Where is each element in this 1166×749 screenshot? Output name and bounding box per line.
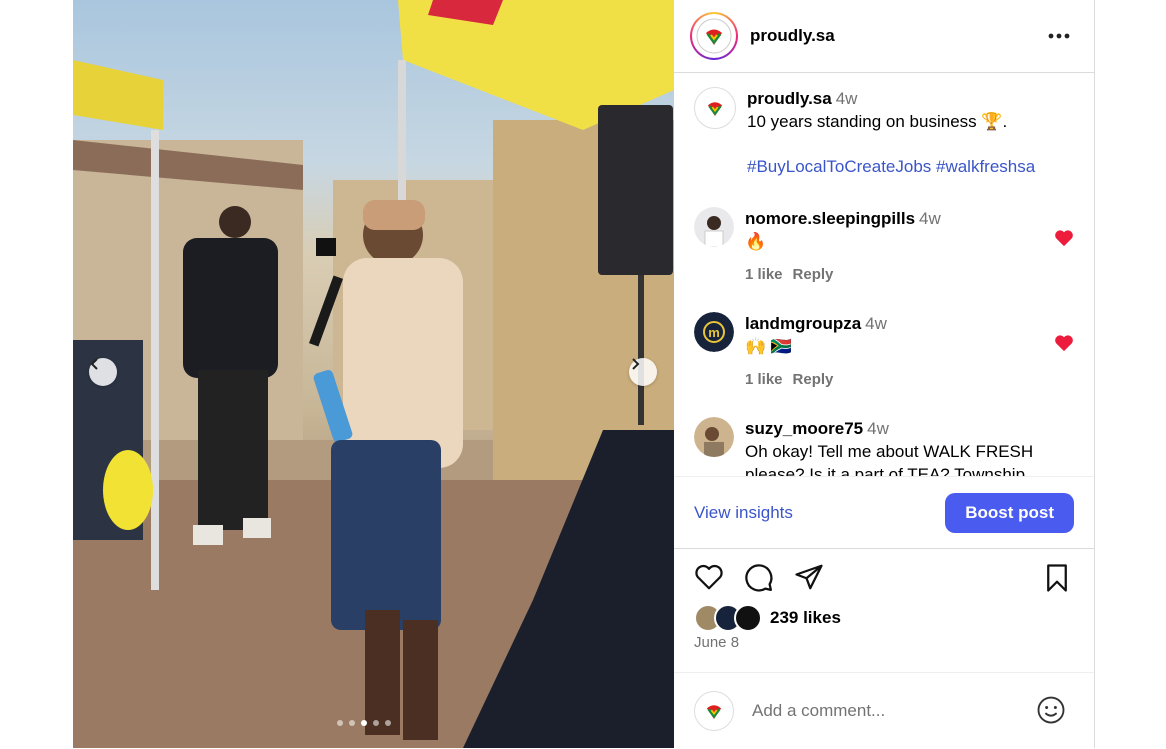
post-panel: proudly.sa proudly.sa 4w 10 years standin…: [674, 0, 1095, 748]
carousel-dot: [337, 720, 343, 726]
comment-username[interactable]: landmgroupza: [745, 314, 861, 333]
prev-icon: [90, 358, 98, 370]
share-button[interactable]: [794, 563, 824, 596]
like-icon: [695, 564, 723, 590]
comments-list[interactable]: proudly.sa 4w 10 years standing on busine…: [674, 73, 1094, 476]
caption-avatar[interactable]: [694, 87, 736, 129]
next-icon: [632, 358, 640, 370]
more-icon: [1048, 33, 1070, 39]
next-button[interactable]: [629, 358, 657, 386]
comment-item: suzy_moore75 4w Oh okay! Tell me about WA…: [694, 417, 1074, 476]
heart-filled-icon: [1055, 335, 1073, 352]
save-button[interactable]: [1044, 563, 1070, 598]
commenter-avatar[interactable]: [694, 207, 734, 247]
carousel-dots: [337, 720, 391, 726]
view-insights-link[interactable]: View insights: [694, 503, 793, 523]
liker-avatar: [734, 604, 762, 632]
comment-text: Oh okay! Tell me about WALK FRESH please…: [745, 442, 1034, 476]
save-icon: [1047, 564, 1067, 592]
post-photo[interactable]: [73, 0, 674, 748]
author-username[interactable]: proudly.sa: [750, 26, 835, 46]
caption-hashtags[interactable]: #BuyLocalToCreateJobs #walkfreshsa: [747, 155, 1074, 178]
comment-likes[interactable]: 1 like: [745, 371, 783, 388]
insights-bar: View insights Boost post: [674, 476, 1094, 549]
like-button[interactable]: [694, 563, 724, 596]
comment-text: 🙌 🇿🇦: [745, 337, 793, 356]
photo-scene: [73, 0, 674, 748]
comment-likes[interactable]: 1 like: [745, 266, 783, 283]
reply-button[interactable]: Reply: [793, 371, 834, 388]
likes-count[interactable]: 239 likes: [770, 608, 841, 628]
prev-button[interactable]: [89, 358, 117, 386]
comment-item: nomore.sleepingpills 4w 🔥 1 like Reply: [694, 207, 1074, 286]
svg-text:m: m: [708, 325, 720, 340]
more-options-button[interactable]: [1048, 26, 1070, 44]
heart-filled-icon: [1055, 230, 1073, 247]
comment-input[interactable]: [750, 700, 1014, 722]
comment-like-button[interactable]: [1054, 334, 1074, 357]
proudly-logo-icon: [707, 102, 723, 116]
emoji-button[interactable]: [1036, 695, 1066, 730]
share-icon: [795, 564, 823, 590]
user-avatar: [694, 691, 734, 731]
caption-username[interactable]: proudly.sa: [747, 89, 832, 108]
author-avatar[interactable]: [690, 12, 738, 60]
post-header: proudly.sa: [674, 0, 1094, 73]
comment-icon: [745, 564, 773, 592]
carousel-dot: [385, 720, 391, 726]
comment-time: 4w: [865, 314, 887, 333]
caption-text: 10 years standing on business 🏆.: [747, 112, 1008, 131]
action-icons: [694, 563, 1074, 597]
reply-button[interactable]: Reply: [793, 266, 834, 283]
carousel-dot-active: [361, 720, 367, 726]
proudly-logo-icon: [706, 705, 722, 719]
proudly-logo-icon: [696, 18, 732, 54]
comment-username[interactable]: suzy_moore75: [745, 419, 863, 438]
carousel-dot: [373, 720, 379, 726]
likes-row[interactable]: 239 likes: [694, 604, 841, 632]
commenter-avatar[interactable]: m: [694, 312, 734, 352]
add-comment-bar: [674, 672, 1094, 749]
comment-like-button[interactable]: [1054, 229, 1074, 252]
comment-text: 🔥: [745, 232, 767, 251]
caption: proudly.sa 4w 10 years standing on busine…: [694, 87, 1074, 178]
emoji-icon: [1037, 696, 1065, 724]
comment-time: 4w: [867, 419, 889, 438]
post-date: June 8: [694, 634, 740, 651]
boost-post-button[interactable]: Boost post: [945, 493, 1074, 533]
commenter-avatar[interactable]: [694, 417, 734, 457]
carousel-dot: [349, 720, 355, 726]
comment-username[interactable]: nomore.sleepingpills: [745, 209, 915, 228]
comment-button[interactable]: [744, 563, 774, 598]
caption-time: 4w: [835, 89, 858, 108]
comment-item: m landmgroupza 4w 🙌 🇿🇦 1 like Reply: [694, 312, 1074, 391]
comment-time: 4w: [919, 209, 941, 228]
